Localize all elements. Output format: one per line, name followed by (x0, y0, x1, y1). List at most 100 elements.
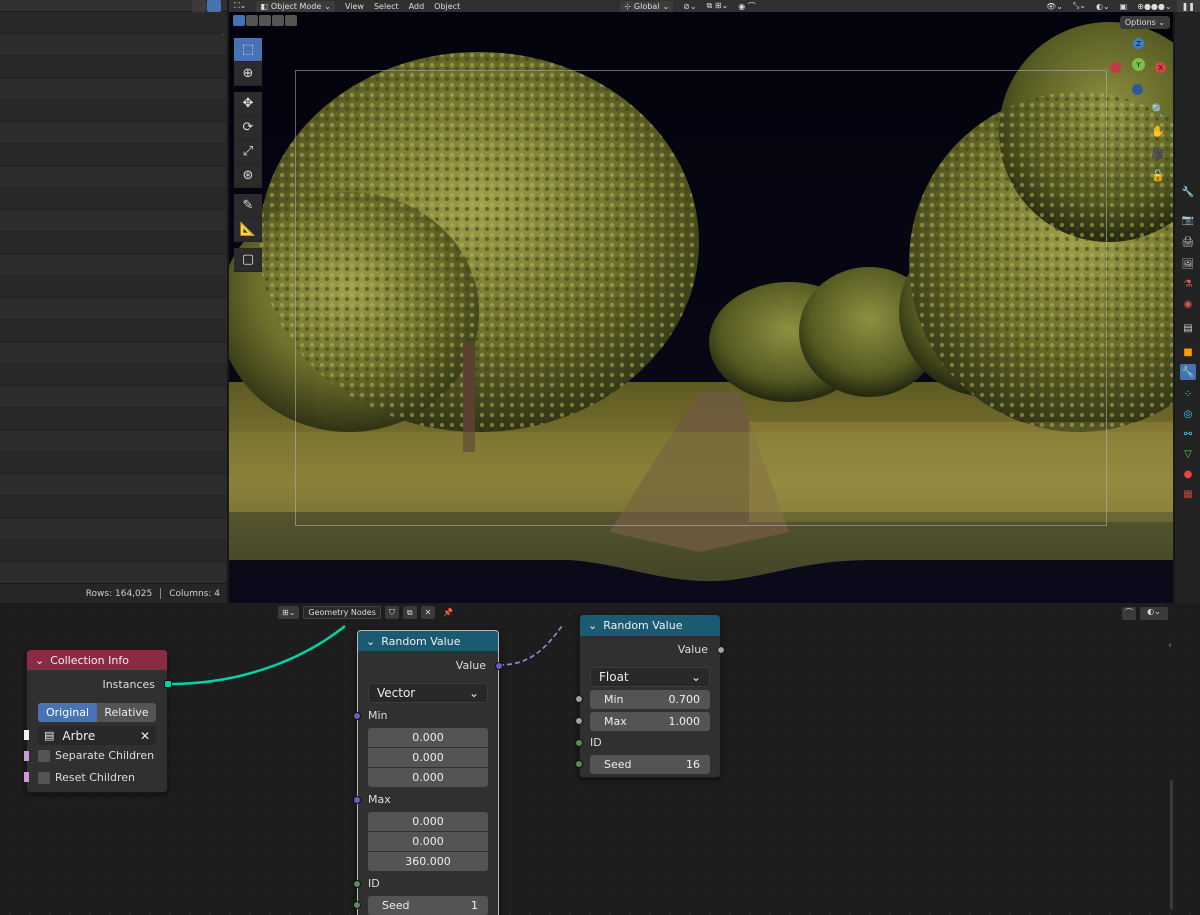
select-intersect-icon[interactable] (285, 15, 297, 26)
proportional-edit-icon[interactable]: ◉ ⌒ (733, 0, 761, 12)
value-output-socket[interactable] (495, 662, 503, 670)
editor-type-menu[interactable]: ⛶⌄ (229, 0, 251, 12)
pivot-icon[interactable]: ⊘⌄ (678, 0, 701, 12)
constraints-tab-icon[interactable]: ⚯ (1180, 426, 1196, 442)
reset-children-socket[interactable] (24, 772, 29, 782)
collection-info-header[interactable]: ⌄ Collection Info (27, 650, 167, 670)
max-y-field[interactable]: 0.000 (368, 832, 488, 851)
visibility-icon[interactable]: 👁⌄ (1041, 0, 1068, 12)
funnel-icon[interactable] (207, 0, 221, 12)
collapse-chevron-icon[interactable]: ⌄ (588, 619, 597, 632)
collection-tab-icon[interactable]: ▤ (1180, 320, 1196, 336)
filter-icon[interactable] (192, 0, 206, 12)
max-x-field[interactable]: 0.000 (368, 812, 488, 831)
menu-object[interactable]: Object (429, 0, 465, 12)
collection-input-socket[interactable] (24, 730, 29, 740)
min-z-field[interactable]: 0.000 (368, 768, 488, 787)
pan-hand-icon[interactable]: ✋ (1150, 123, 1166, 139)
seed-field[interactable]: Seed 16 (590, 755, 710, 774)
gizmo-neg-z-axis[interactable] (1132, 84, 1143, 95)
texture-tab-icon[interactable]: ▦ (1180, 486, 1196, 502)
relative-mode-button[interactable]: Relative (97, 703, 156, 722)
collapse-chevron-icon[interactable]: ⌄ (366, 635, 375, 648)
instances-output-socket[interactable] (164, 680, 172, 688)
collapse-chevron-icon[interactable]: ⌄ (35, 654, 44, 667)
navigation-gizmo[interactable]: Z Y X (1108, 38, 1168, 98)
overlay-icon[interactable]: ◐⌄ (1091, 0, 1115, 12)
seed-field[interactable]: Seed 1 (368, 896, 488, 915)
min-y-field[interactable]: 0.000 (368, 748, 488, 767)
min-input-socket[interactable] (353, 712, 361, 720)
max-field[interactable]: Max 1.000 (590, 712, 710, 731)
view-layer-tab-icon[interactable]: 🖼 (1180, 256, 1196, 272)
separate-children-checkbox[interactable] (38, 749, 50, 762)
cursor-icon[interactable]: ⊕ (234, 62, 262, 86)
min-x-field[interactable]: 0.000 (368, 728, 488, 747)
collection-field[interactable]: ▤ Arbre ✕ (38, 726, 156, 745)
select-invert-icon[interactable] (272, 15, 284, 26)
pause-icon[interactable]: ❚❚ (1176, 0, 1200, 12)
id-input-socket[interactable] (353, 880, 361, 888)
random-value-vector-node[interactable]: ⌄ Random Value Value Vector ⌄ Min 0.000 0… (353, 630, 503, 915)
options-dropdown[interactable]: Options ⌄ (1119, 16, 1170, 29)
gizmo-toggle-icon[interactable]: ⤡⌄ (1068, 0, 1091, 12)
separate-children-socket[interactable] (24, 751, 29, 761)
collection-info-node[interactable]: ⌄ Collection Info Instances Original Rel… (24, 649, 172, 793)
orientation-dropdown[interactable]: ⊹ Global ⌄ (620, 0, 674, 12)
menu-view[interactable]: View (340, 0, 369, 12)
max-input-socket[interactable] (575, 717, 583, 725)
xray-icon[interactable]: ▣ (1115, 0, 1133, 12)
gizmo-y-axis[interactable]: Y (1132, 58, 1145, 71)
snap-icon[interactable]: ⧉ ⊞⌄ (702, 0, 734, 12)
node-editor-scrollbar[interactable] (1170, 780, 1173, 910)
select-box-icon[interactable]: ⬚ (234, 38, 262, 62)
menu-select[interactable]: Select (369, 0, 404, 12)
random-value-float-node[interactable]: ⌄ Random Value Value Float ⌄ Min 0.700 Ma… (575, 614, 725, 778)
select-extend-icon[interactable] (246, 15, 258, 26)
clear-x-icon[interactable]: ✕ (140, 729, 150, 743)
min-field[interactable]: Min 0.700 (590, 690, 710, 709)
annotate-icon[interactable]: ✎ (234, 194, 262, 218)
data-type-dropdown[interactable]: Vector ⌄ (368, 683, 488, 703)
gizmo-neg-x-axis[interactable] (1110, 62, 1121, 73)
scene-tab-icon[interactable]: ⚗ (1180, 276, 1196, 292)
select-new-icon[interactable] (233, 15, 245, 26)
selection-mode-group[interactable] (233, 15, 297, 26)
gizmo-z-axis[interactable]: Z (1133, 38, 1144, 49)
menu-add[interactable]: Add (404, 0, 430, 12)
data-tab-icon[interactable]: ▽ (1180, 446, 1196, 462)
world-tab-icon[interactable]: ◉ (1180, 296, 1196, 312)
camera-view-icon[interactable]: 🎥 (1150, 145, 1166, 161)
add-cube-icon[interactable]: ▢ (234, 248, 262, 272)
move-icon[interactable]: ✥ (234, 92, 262, 116)
shading-modes[interactable]: ⊕●●●⌄ (1132, 0, 1176, 12)
max-z-field[interactable]: 360.000 (368, 852, 488, 871)
gizmo-x-axis[interactable]: X (1155, 62, 1166, 73)
scale-icon[interactable]: ⤢ (234, 140, 262, 164)
zoom-icon[interactable]: 🔍 (1150, 101, 1166, 117)
random-value-header[interactable]: ⌄ Random Value (580, 615, 720, 636)
seed-input-socket[interactable] (575, 760, 583, 768)
transform-icon[interactable]: ⊛ (234, 164, 262, 188)
material-tab-icon[interactable]: ● (1180, 466, 1196, 482)
select-subtract-icon[interactable] (259, 15, 271, 26)
lock-icon[interactable]: 🔓 (1150, 167, 1166, 183)
particles-tab-icon[interactable]: ⁘ (1180, 386, 1196, 402)
modifier-tab-icon[interactable]: 🔧 (1180, 364, 1196, 380)
value-output-socket[interactable] (717, 646, 725, 654)
seed-input-socket[interactable] (353, 901, 361, 909)
render-tab-icon[interactable]: 📷 (1180, 212, 1196, 228)
reset-children-checkbox[interactable] (38, 771, 50, 784)
tool-tab-icon[interactable]: 🔧 (1180, 184, 1196, 200)
object-tab-icon[interactable]: ■ (1180, 344, 1196, 360)
original-mode-button[interactable]: Original (38, 703, 97, 722)
physics-tab-icon[interactable]: ◎ (1180, 406, 1196, 422)
data-type-dropdown[interactable]: Float ⌄ (590, 667, 710, 687)
id-input-socket[interactable] (575, 739, 583, 747)
random-value-header[interactable]: ⌄ Random Value (358, 631, 498, 651)
mode-dropdown[interactable]: ◧ Object Mode ⌄ (256, 0, 335, 12)
output-tab-icon[interactable]: 🖨 (1180, 234, 1196, 250)
min-input-socket[interactable] (575, 695, 583, 703)
max-input-socket[interactable] (353, 796, 361, 804)
measure-icon[interactable]: 📐 (234, 218, 262, 242)
